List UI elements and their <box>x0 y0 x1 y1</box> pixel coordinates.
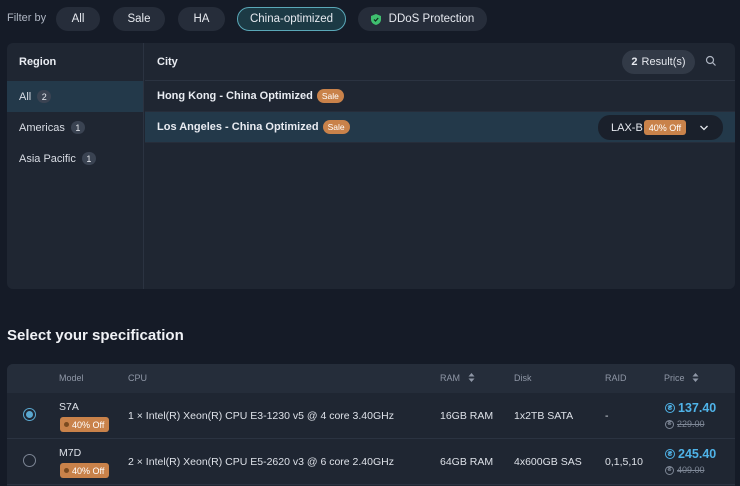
tag-icon <box>64 422 69 427</box>
sort-icon <box>692 373 699 382</box>
column-header-ram[interactable]: RAM <box>440 373 475 383</box>
column-header-cpu: CPU <box>128 373 148 383</box>
city-name: Los Angeles - China Optimized <box>157 121 319 133</box>
raid-cell: - <box>605 410 609 422</box>
price: ₴ 137.40 <box>665 401 716 415</box>
filter-bar: Filter by All Sale HA China-optimized DD… <box>0 7 740 31</box>
region-header: Region <box>19 56 57 68</box>
model-name: M7D <box>59 447 82 459</box>
city-header-bar: City 2 Result(s) <box>145 43 735 81</box>
filter-chip-ha[interactable]: HA <box>178 7 225 31</box>
old-price: ₴ 229.00 <box>665 419 705 429</box>
table-row[interactable]: S7A 40% Off 1 × Intel(R) Xeon(R) CPU E3-… <box>7 393 735 439</box>
column-header-price[interactable]: Price <box>664 373 699 383</box>
model-name: S7A <box>59 401 79 413</box>
datacenter-select[interactable]: LAX-B 40% Off <box>598 115 723 140</box>
sort-icon <box>468 373 475 382</box>
cpu-cell: 1 × Intel(R) Xeon(R) CPU E3-1230 v5 @ 4 … <box>128 410 394 422</box>
filter-chip-label: DDoS Protection <box>388 13 475 25</box>
filter-chip-ddos-protection[interactable]: DDoS Protection <box>358 7 487 31</box>
currency-icon: ₴ <box>665 419 674 429</box>
spec-table: Model CPU RAM Disk RAID Price S7A 40% Of… <box>7 364 735 486</box>
city-name: Hong Kong - China Optimized <box>157 90 313 102</box>
raid-cell: 0,1,5,10 <box>605 456 643 468</box>
currency-icon: ₴ <box>665 465 674 475</box>
region-item-all[interactable]: All 2 <box>7 81 143 112</box>
filter-chip-china-optimized[interactable]: China-optimized <box>237 7 346 31</box>
region-count-badge: 1 <box>81 152 96 165</box>
search-icon[interactable] <box>705 55 717 67</box>
sale-badge: Sale <box>316 89 344 103</box>
region-item-label: Asia Pacific <box>19 152 76 165</box>
select-radio[interactable] <box>23 408 36 421</box>
column-header-label: RAM <box>440 373 460 383</box>
results-count: 2 <box>631 56 638 68</box>
filter-chip-sale[interactable]: Sale <box>113 7 165 31</box>
region-item-americas[interactable]: Americas 1 <box>7 112 143 143</box>
filter-chip-label: Sale <box>127 13 151 25</box>
shield-icon <box>370 13 381 25</box>
region-count-badge: 1 <box>70 121 85 134</box>
region-list: Region All 2 Americas 1 Asia Pacific 1 <box>7 43 144 289</box>
old-price-value: 229.00 <box>677 419 705 429</box>
chevron-down-icon <box>700 125 708 131</box>
currency-icon: ₴ <box>665 403 675 413</box>
cpu-cell: 2 × Intel(R) Xeon(R) CPU E5-2620 v3 @ 6 … <box>128 456 394 468</box>
results-count-badge: 2 Result(s) <box>622 50 695 74</box>
column-header-disk: Disk <box>514 373 532 383</box>
city-row-los-angeles[interactable]: Los Angeles - China Optimized Sale LAX-B… <box>145 112 735 143</box>
tag-icon <box>64 468 69 473</box>
region-item-label: All <box>19 90 32 103</box>
table-row[interactable]: M7D 40% Off 2 × Intel(R) Xeon(R) CPU E5-… <box>7 439 735 485</box>
old-price: ₴ 409.00 <box>665 465 705 475</box>
filter-chip-label: HA <box>193 13 210 25</box>
price-value: 245.40 <box>678 447 717 461</box>
filter-chip-all[interactable]: All <box>56 7 100 31</box>
price-value: 137.40 <box>678 401 717 415</box>
results-label: Result(s) <box>641 56 686 68</box>
ram-cell: 16GB RAM <box>440 410 494 422</box>
discount-text: 40% Off <box>72 419 105 430</box>
discount-badge: 40% Off <box>60 417 110 432</box>
filter-chip-label: All <box>71 13 85 25</box>
spec-section-title: Select your specification <box>7 327 184 344</box>
sale-badge: Sale <box>322 120 350 134</box>
region-city-panel: Region All 2 Americas 1 Asia Pacific 1 C… <box>7 43 735 289</box>
discount-badge: 40% Off <box>643 120 687 135</box>
filter-chip-label: China-optimized <box>249 13 334 25</box>
old-price-value: 409.00 <box>677 465 705 475</box>
discount-badge: 40% Off <box>60 463 110 478</box>
currency-icon: ₴ <box>665 449 675 459</box>
region-item-label: Americas <box>19 121 65 134</box>
filter-label: Filter by <box>7 12 47 24</box>
column-header-model: Model <box>59 373 84 383</box>
region-item-asia-pacific[interactable]: Asia Pacific 1 <box>7 143 143 174</box>
table-header: Model CPU RAM Disk RAID Price <box>7 364 735 393</box>
price: ₴ 245.40 <box>665 447 716 461</box>
select-radio[interactable] <box>23 454 36 467</box>
discount-text: 40% Off <box>72 465 105 476</box>
ram-cell: 64GB RAM <box>440 456 494 468</box>
city-header: City <box>157 56 178 68</box>
column-header-label: Price <box>664 373 685 383</box>
region-count-badge: 2 <box>37 90 52 103</box>
datacenter-value: LAX-B <box>611 121 643 134</box>
column-header-raid: RAID <box>605 373 627 383</box>
disk-cell: 1x2TB SATA <box>514 410 574 422</box>
city-list: City 2 Result(s) Hong Kong - China Optim… <box>145 43 735 289</box>
city-row-hong-kong[interactable]: Hong Kong - China Optimized Sale <box>145 81 735 112</box>
disk-cell: 4x600GB SAS <box>514 456 582 468</box>
